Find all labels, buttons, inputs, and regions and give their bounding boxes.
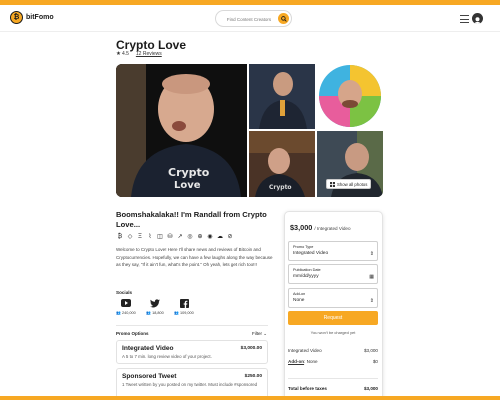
social-stat-facebook[interactable]: 👥 109,000 xyxy=(169,298,199,315)
promo-options-heading: Promo Options xyxy=(116,331,149,336)
ethereum-icon: Ξ xyxy=(138,234,142,240)
gallery-photo-2[interactable] xyxy=(249,64,315,129)
trend-icon: ↗ xyxy=(177,234,183,240)
line-item-promo-label: Integrated Video xyxy=(288,348,322,353)
addon-label: Add-on xyxy=(293,292,306,296)
line-item-promo: Integrated Video $3,000 xyxy=(288,348,378,353)
promo-option-card[interactable]: Integrated Video $3,000.00 A 5 to 7 min.… xyxy=(116,340,268,364)
page-title: Crypto Love xyxy=(116,38,187,52)
logo-text: bitFomo xyxy=(26,14,54,21)
link-icon: ⊘ xyxy=(227,234,233,240)
promo-type-value: Integrated Video xyxy=(293,251,329,256)
star-icon: ★ xyxy=(116,51,121,57)
promo-option-desc: 1 Tweet written by you posted on my twit… xyxy=(122,382,258,387)
line-item-addon-text: : None xyxy=(304,359,318,364)
user-avatar-icon[interactable] xyxy=(472,13,483,24)
addon-value: None xyxy=(293,298,305,303)
bitcoin-icon: ₿ xyxy=(117,234,123,240)
divider xyxy=(116,325,268,326)
request-button[interactable]: Request xyxy=(288,311,378,325)
diamond-icon: ◇ xyxy=(127,234,133,240)
booking-price-value: $3,000 xyxy=(290,223,313,232)
search-input[interactable] xyxy=(220,13,278,25)
socials-heading: Socials xyxy=(116,290,133,295)
youtube-icon xyxy=(121,299,131,307)
creator-bio: Welcome to Crypto Love! Here I'll share … xyxy=(116,247,273,267)
promo-option-price: $250.00 xyxy=(244,374,262,379)
filter-button[interactable]: Filter ⌄ xyxy=(252,331,267,337)
grid-icon xyxy=(330,181,335,187)
search-bar xyxy=(215,10,292,27)
total-value: $3,000 xyxy=(363,386,378,391)
publication-date-value: mm/dd/yyyy xyxy=(293,274,319,279)
logo[interactable]: ₿ bitFomo xyxy=(10,11,54,24)
reviews-link[interactable]: 12 Reviews xyxy=(136,51,162,57)
cloud-icon: ☁ xyxy=(217,234,223,240)
youtube-count: 240,000 xyxy=(122,311,136,315)
twitter-icon xyxy=(150,298,160,307)
bitcoin-logo-icon: ₿ xyxy=(10,11,23,24)
people-icon: 👥 xyxy=(116,311,121,315)
rating-row: ★ 4.5 12 Reviews xyxy=(116,51,162,57)
creator-headline: Boomshakalaka!! I'm Randall from Crypto … xyxy=(116,210,267,229)
line-item-promo-value: $3,000 xyxy=(363,348,378,353)
booking-price: $3,000 / Integrated Video xyxy=(290,223,351,232)
promo-type-select[interactable]: Promo Type Integrated Video ⇕ xyxy=(288,241,378,261)
social-stat-twitter[interactable]: 👥 18,800 xyxy=(140,298,170,315)
total-row: Total before taxes $3,000 xyxy=(288,386,378,391)
filter-label: Filter xyxy=(252,331,262,336)
line-item-addon-value: $0 xyxy=(372,359,378,364)
gallery-photo-4[interactable]: Crypto xyxy=(249,131,315,197)
bottom-accent-bar xyxy=(0,396,500,400)
search-button[interactable] xyxy=(278,13,289,24)
twitter-count: 18,800 xyxy=(152,311,164,315)
globe-icon: ⊕ xyxy=(197,234,203,240)
gallery-photo-3[interactable] xyxy=(317,64,383,129)
show-all-photos-button[interactable]: Show all photos xyxy=(326,179,372,189)
chevron-down-icon: ⌄ xyxy=(263,331,268,336)
rating-value: 4.5 xyxy=(121,51,129,57)
total-label: Total before taxes xyxy=(288,386,327,391)
promo-option-price: $3,000.00 xyxy=(240,346,262,351)
site-header: ₿ bitFomo xyxy=(0,5,500,32)
calendar-icon: ▦ xyxy=(369,274,374,280)
crypto-tags-row: ₿ ◇ Ξ ⌇ ◫ ⛁ ↗ ◎ ⊕ ◉ ☁ ⊘ xyxy=(116,233,234,241)
hamburger-menu-icon[interactable] xyxy=(460,15,469,23)
publication-date-label: Publication Date xyxy=(293,268,321,272)
select-arrows-icon: ⇕ xyxy=(369,298,374,304)
panel-divider xyxy=(288,378,378,379)
people-icon: 👥 xyxy=(174,311,179,315)
search-icon xyxy=(280,15,287,22)
promo-option-desc: A 5 to 7 min. long review video of your … xyxy=(122,354,212,359)
booking-price-unit: / Integrated Video xyxy=(314,226,351,231)
coins-icon: ⛁ xyxy=(167,234,173,240)
target-icon: ◎ xyxy=(187,234,193,240)
facebook-count: 109,000 xyxy=(180,311,194,315)
svg-text:Crypto: Crypto xyxy=(269,184,292,191)
token-icon: ◉ xyxy=(207,234,213,240)
show-all-photos-label: Show all photos xyxy=(337,181,368,187)
promo-type-label: Promo Type xyxy=(293,245,314,249)
gallery-main-photo[interactable]: Crypto Love xyxy=(116,64,247,197)
publication-date-field[interactable]: Publication Date mm/dd/yyyy ▦ xyxy=(288,264,378,284)
line-item-addon: Add-on: None $0 xyxy=(288,359,378,364)
line-item-addon-label[interactable]: Add-on xyxy=(288,359,304,364)
bag-icon: ◫ xyxy=(157,234,163,240)
select-arrows-icon: ⇕ xyxy=(369,251,374,257)
charge-note: You won't be charged yet xyxy=(310,330,356,335)
facebook-icon xyxy=(179,298,189,308)
svg-text:Crypto: Crypto xyxy=(168,166,210,179)
promo-option-name: Sponsored Tweet xyxy=(122,373,177,380)
photo-gallery: Crypto Love Crypto xyxy=(116,64,383,197)
addon-select[interactable]: Add-on None ⇕ xyxy=(288,288,378,308)
svg-text:Love: Love xyxy=(174,180,201,191)
chart-icon: ⌇ xyxy=(148,234,152,240)
social-stat-youtube[interactable]: 👥 240,000 xyxy=(111,298,141,315)
people-icon: 👥 xyxy=(146,311,152,315)
